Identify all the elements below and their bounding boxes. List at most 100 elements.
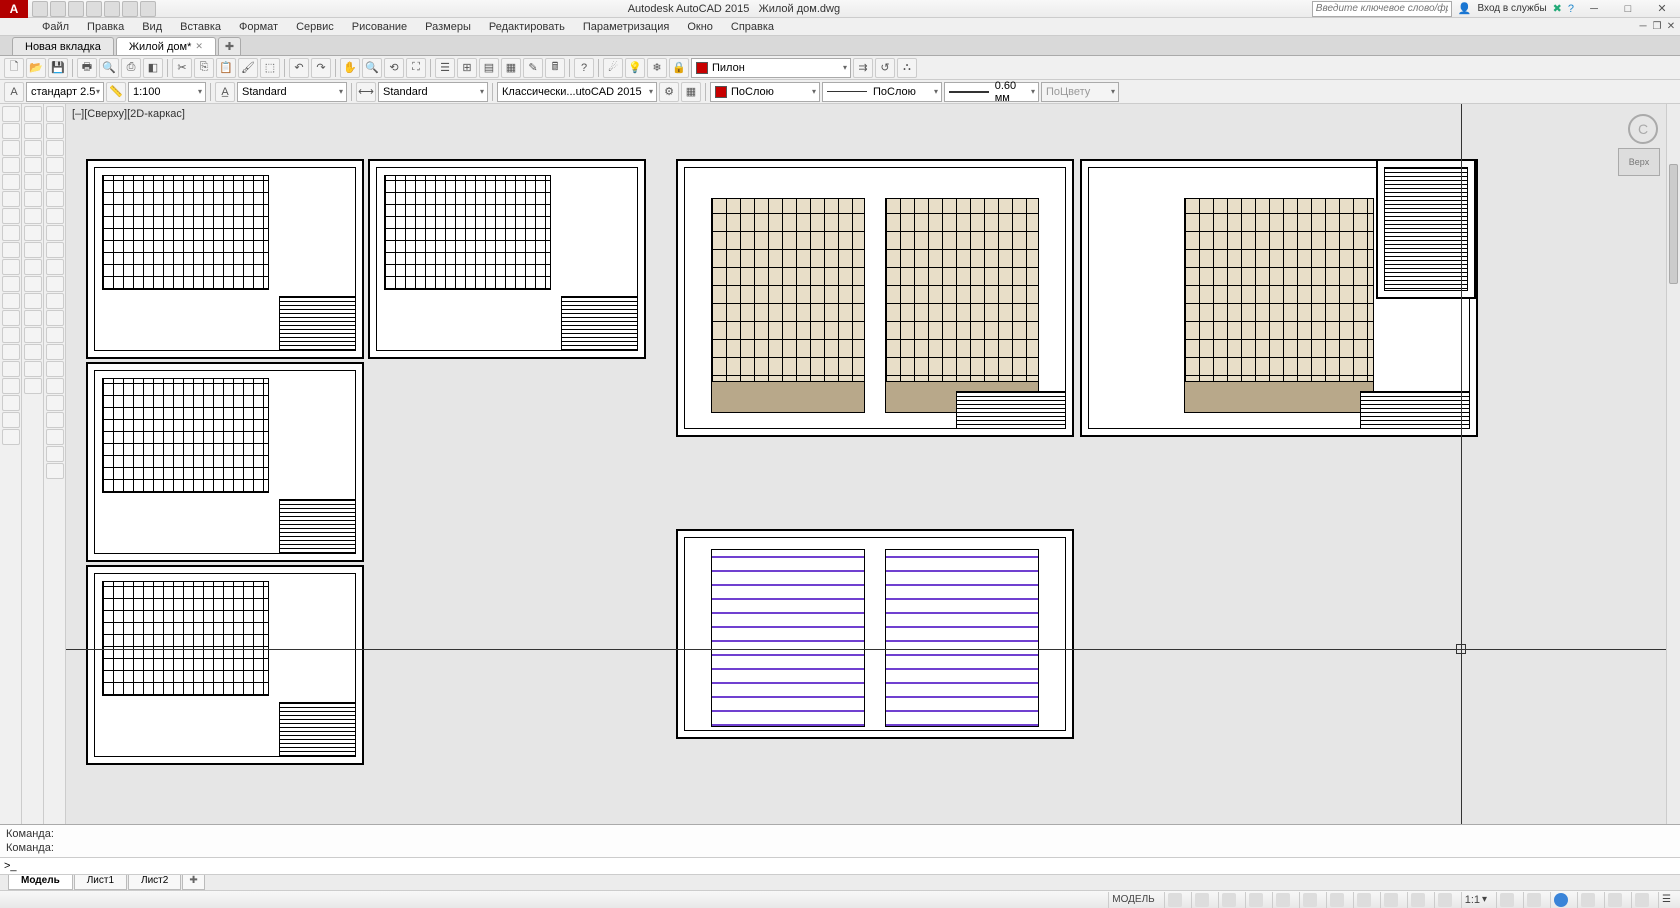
infocenter-search[interactable] (1312, 1, 1452, 17)
rectangle-icon[interactable] (2, 174, 20, 190)
wipeout-icon[interactable] (46, 344, 64, 360)
new-icon[interactable]: 🗋 (4, 58, 24, 78)
qat-redo-icon[interactable] (140, 1, 156, 17)
match-icon[interactable]: 🖌 (238, 58, 258, 78)
3ddwf-icon[interactable]: ◧ (143, 58, 163, 78)
explode-icon[interactable] (24, 378, 42, 394)
gradient-icon[interactable] (2, 361, 20, 377)
addselected-icon[interactable] (2, 429, 20, 445)
layer-props-icon[interactable]: ☄ (603, 58, 623, 78)
help-icon[interactable]: ? (1568, 3, 1574, 15)
save-icon[interactable]: 💾 (48, 58, 68, 78)
color-combo[interactable]: ПоСлою (710, 82, 820, 102)
saveref-icon[interactable] (46, 293, 64, 309)
undo-icon[interactable]: ↶ (289, 58, 309, 78)
break-icon[interactable] (24, 293, 42, 309)
command-input[interactable] (21, 860, 1676, 872)
status-isolate-icon[interactable] (1577, 892, 1598, 908)
menu-help[interactable]: Справка (723, 20, 782, 34)
erase-icon[interactable] (24, 106, 42, 122)
extend-icon[interactable] (24, 276, 42, 292)
status-ortho-icon[interactable] (1218, 892, 1239, 908)
table-icon[interactable] (2, 395, 20, 411)
menu-window[interactable]: Окно (679, 20, 721, 34)
polyline-icon[interactable] (2, 140, 20, 156)
properties-icon[interactable]: ☰ (435, 58, 455, 78)
status-osnap-icon[interactable] (1272, 892, 1293, 908)
menu-dimensions[interactable]: Размеры (417, 20, 479, 34)
layer-match-icon[interactable]: ⇉ (853, 58, 873, 78)
dimstyle-icon[interactable]: ⟷ (356, 82, 376, 102)
layer-freeze-icon[interactable]: ❄ (647, 58, 667, 78)
exchange-icon[interactable]: ✖ (1553, 2, 1562, 15)
menu-edit[interactable]: Правка (79, 20, 132, 34)
status-snap-icon[interactable] (1191, 892, 1212, 908)
editattr-icon[interactable] (46, 174, 64, 190)
layout-sheet1[interactable]: Лист1 (74, 875, 127, 890)
plot-icon[interactable]: 🖶 (77, 58, 97, 78)
zoom-prev-icon[interactable]: ⟲ (384, 58, 404, 78)
maximize-button[interactable]: □ (1614, 1, 1642, 17)
stretch-icon[interactable] (24, 242, 42, 258)
menu-format[interactable]: Формат (231, 20, 286, 34)
viewport-label[interactable]: [–][Сверху][2D-каркас] (72, 108, 185, 120)
viewcube[interactable]: С Верх (1608, 114, 1668, 184)
xrefmgr-icon[interactable] (46, 446, 64, 462)
trim-icon[interactable] (24, 259, 42, 275)
redo-icon[interactable]: ↷ (311, 58, 331, 78)
pan-icon[interactable]: ✋ (340, 58, 360, 78)
status-hw-icon[interactable] (1604, 892, 1625, 908)
publish-icon[interactable]: ⎙ (121, 58, 141, 78)
qat-new-icon[interactable] (32, 1, 48, 17)
zoom-ext-icon[interactable]: ⛶ (406, 58, 426, 78)
mlinestyle-icon[interactable] (46, 378, 64, 394)
remselect-icon[interactable] (46, 327, 64, 343)
layer-prev-icon[interactable]: ↺ (875, 58, 895, 78)
polygon-icon[interactable] (2, 157, 20, 173)
block-icon[interactable]: ⬚ (260, 58, 280, 78)
mtext-icon[interactable] (2, 412, 20, 428)
addselect-icon[interactable] (46, 310, 64, 326)
cut-icon[interactable]: ✂ (172, 58, 192, 78)
menu-draw[interactable]: Рисование (344, 20, 415, 34)
annot-scale-combo[interactable]: 1:100 (128, 82, 206, 102)
status-polar-icon[interactable] (1245, 892, 1266, 908)
copy-icon[interactable]: ⎘ (194, 58, 214, 78)
qat-saveas-icon[interactable] (86, 1, 102, 17)
point-icon[interactable] (2, 327, 20, 343)
app-logo[interactable]: A (0, 0, 28, 18)
closeref-icon[interactable] (46, 276, 64, 292)
doctab-close-icon[interactable]: ✕ (195, 41, 203, 52)
mdi-restore[interactable]: ❐ (1650, 20, 1664, 34)
arc-icon[interactable] (2, 191, 20, 207)
editpline-icon[interactable] (46, 140, 64, 156)
imgclip-icon[interactable] (46, 242, 64, 258)
viewcube-top[interactable]: Верх (1618, 148, 1660, 176)
editblk-icon[interactable] (46, 412, 64, 428)
menu-insert[interactable]: Вставка (172, 20, 229, 34)
sheetset-icon[interactable]: ▦ (501, 58, 521, 78)
status-annovis-icon[interactable] (1496, 892, 1517, 908)
menu-view[interactable]: Вид (134, 20, 170, 34)
layer-on-icon[interactable]: 💡 (625, 58, 645, 78)
move-icon[interactable] (24, 191, 42, 207)
layer-lock-icon[interactable]: 🔒 (669, 58, 689, 78)
menu-modify[interactable]: Редактировать (481, 20, 573, 34)
doctab-current[interactable]: Жилой дом*✕ (116, 37, 216, 55)
spline-icon[interactable] (2, 242, 20, 258)
layout-sheet2[interactable]: Лист2 (128, 875, 181, 890)
blockattr-icon[interactable] (46, 191, 64, 207)
status-clean-icon[interactable] (1631, 892, 1652, 908)
region-icon[interactable] (2, 378, 20, 394)
qat-save-icon[interactable] (68, 1, 84, 17)
blend-icon[interactable] (24, 361, 42, 377)
copy2-icon[interactable] (24, 123, 42, 139)
qat-print-icon[interactable] (104, 1, 120, 17)
mdi-minimize[interactable]: ─ (1636, 20, 1650, 34)
minimize-button[interactable]: ─ (1580, 1, 1608, 17)
status-qp-icon[interactable] (1407, 892, 1428, 908)
rotate-icon[interactable] (24, 208, 42, 224)
zoom-icon[interactable]: 🔍 (362, 58, 382, 78)
qat-open-icon[interactable] (50, 1, 66, 17)
fillet-icon[interactable] (24, 344, 42, 360)
